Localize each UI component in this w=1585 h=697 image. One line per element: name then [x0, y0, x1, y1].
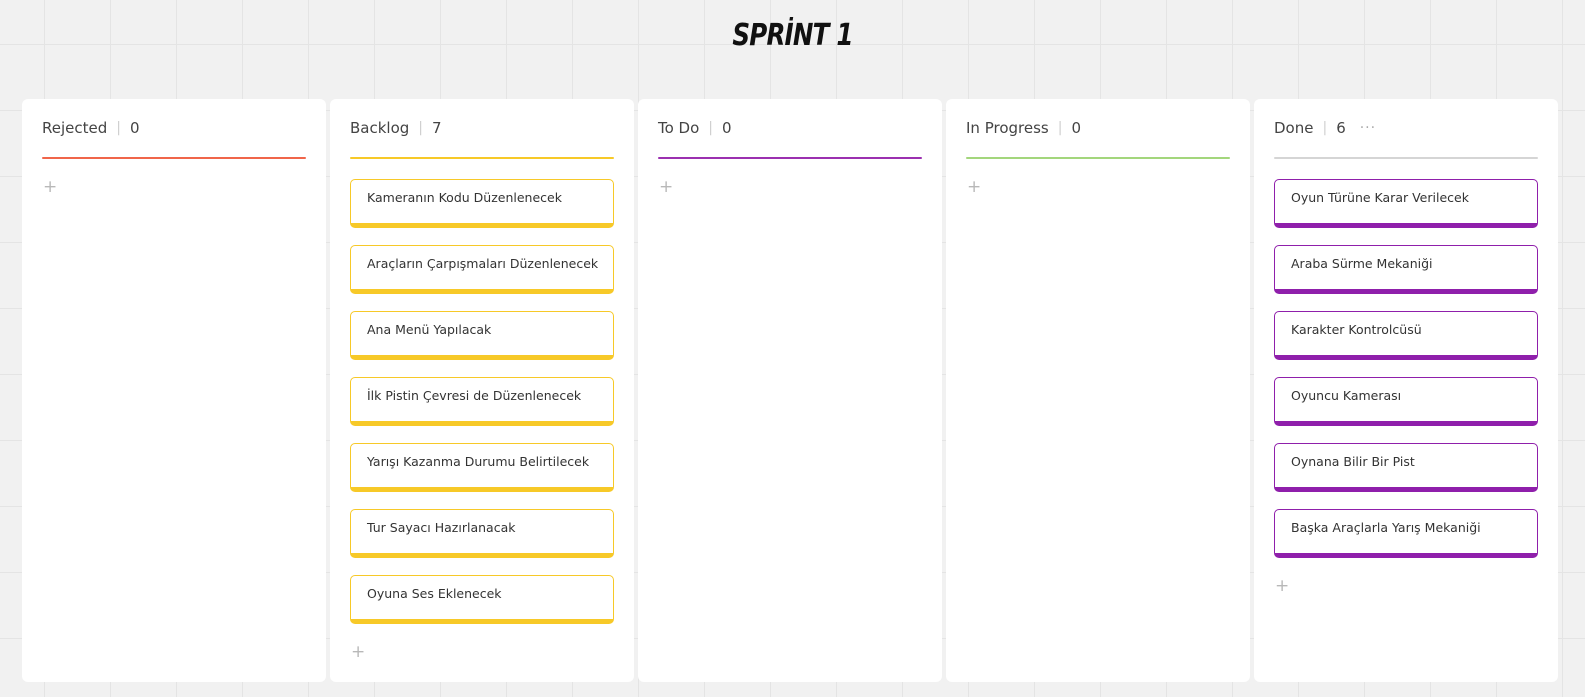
column-color-line	[658, 157, 922, 159]
column-title: Backlog	[350, 119, 410, 137]
column-count: 0	[129, 119, 140, 137]
column-header[interactable]: Rejected | 0	[42, 99, 306, 157]
card-list: Kameranın Kodu Düzenlenecek Araçların Ça…	[350, 179, 614, 624]
card[interactable]: Oyuna Ses Eklenecek	[350, 575, 614, 624]
column-title: Done	[1274, 119, 1314, 137]
column-title: Rejected	[42, 119, 108, 137]
card[interactable]: Tur Sayacı Hazırlanacak	[350, 509, 614, 558]
add-card-icon[interactable]: +	[351, 644, 367, 661]
board-title[interactable]: SPRİNT 1	[143, 18, 1443, 53]
header-separator: |	[418, 120, 424, 136]
kanban-columns: Rejected | 0 + Backlog | 7 Kameranın Kod…	[22, 99, 1558, 682]
column-count: 0	[1071, 119, 1081, 137]
column-header[interactable]: Backlog | 7	[350, 99, 614, 157]
column-count: 0	[722, 119, 732, 137]
card[interactable]: Oynana Bilir Bir Pist	[1274, 443, 1538, 492]
column-color-line	[1274, 157, 1538, 159]
column-count: 7	[432, 119, 442, 137]
column-color-line	[42, 157, 306, 159]
header-separator: |	[1322, 120, 1328, 136]
card-list: Oyun Türüne Karar Verilecek Araba Sürme …	[1274, 179, 1538, 558]
header-separator: |	[708, 120, 714, 136]
card[interactable]: Başka Araçlarla Yarış Mekaniği	[1274, 509, 1538, 558]
add-card-icon[interactable]: +	[967, 179, 983, 196]
column-title: In Progress	[966, 119, 1049, 137]
more-options-icon[interactable]: ···	[1360, 120, 1376, 136]
card[interactable]: Oyun Türüne Karar Verilecek	[1274, 179, 1538, 228]
card[interactable]: Araçların Çarpışmaları Düzenlenecek	[350, 245, 614, 294]
card[interactable]: İlk Pistin Çevresi de Düzenlenecek	[350, 377, 614, 426]
column-in-progress: In Progress | 0 +	[946, 99, 1250, 682]
column-color-line	[966, 157, 1230, 159]
card[interactable]: Karakter Kontrolcüsü	[1274, 311, 1538, 360]
column-rejected: Rejected | 0 +	[22, 99, 326, 682]
card[interactable]: Araba Sürme Mekaniği	[1274, 245, 1538, 294]
column-header[interactable]: Done | 6 ···	[1274, 99, 1538, 157]
column-to-do: To Do | 0 +	[638, 99, 942, 682]
card[interactable]: Kameranın Kodu Düzenlenecek	[350, 179, 614, 228]
column-backlog: Backlog | 7 Kameranın Kodu Düzenlenecek …	[330, 99, 634, 682]
card[interactable]: Ana Menü Yapılacak	[350, 311, 614, 360]
add-card-icon[interactable]: +	[43, 179, 59, 196]
column-header[interactable]: In Progress | 0	[966, 99, 1230, 157]
column-done: Done | 6 ··· Oyun Türüne Karar Verilecek…	[1254, 99, 1558, 682]
add-card-icon[interactable]: +	[659, 179, 675, 196]
card[interactable]: Yarışı Kazanma Durumu Belirtilecek	[350, 443, 614, 492]
add-card-icon[interactable]: +	[1275, 578, 1291, 595]
column-color-line	[350, 157, 614, 159]
column-count: 6	[1336, 119, 1346, 137]
card[interactable]: Oyuncu Kamerası	[1274, 377, 1538, 426]
header-separator: |	[1057, 120, 1063, 136]
header-separator: |	[116, 120, 121, 136]
column-title: To Do	[658, 119, 700, 137]
column-header[interactable]: To Do | 0	[658, 99, 922, 157]
